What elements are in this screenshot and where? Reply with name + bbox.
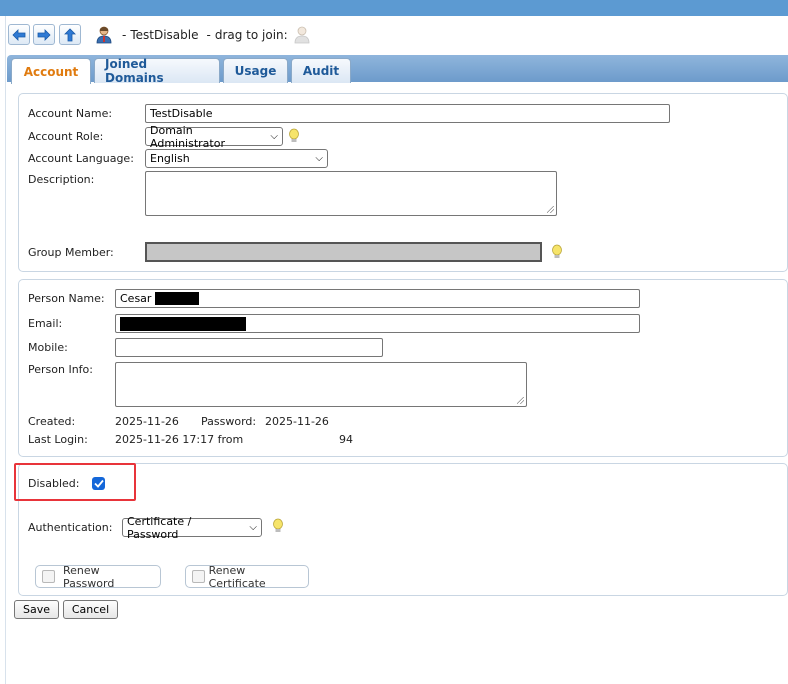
last-login-value: 2025-11-26 17:17 from xyxy=(115,433,244,446)
window-top-bar xyxy=(0,0,788,16)
arrow-up-icon xyxy=(64,27,76,41)
chevron-down-icon: ⌵ xyxy=(249,522,257,533)
authentication-label: Authentication: xyxy=(28,521,113,534)
left-margin xyxy=(0,16,6,684)
renew-password-checkbox[interactable] xyxy=(42,570,55,583)
tab-usage[interactable]: Usage xyxy=(223,58,288,83)
resize-grip-icon[interactable] xyxy=(547,206,554,213)
account-title: TestDisable xyxy=(130,27,199,42)
tab-audit[interactable]: Audit xyxy=(291,58,351,83)
renew-password-button[interactable]: Renew Password xyxy=(35,563,161,590)
account-name-input[interactable]: TestDisable xyxy=(145,104,670,123)
account-language-select[interactable]: English ⌵ xyxy=(145,149,328,168)
renew-password-label: Renew Password xyxy=(62,563,115,590)
drag-to-join-label: drag to join: xyxy=(214,27,288,42)
account-language-label: Account Language: xyxy=(28,152,134,165)
last-login-ip: 94 xyxy=(339,433,353,446)
renew-certificate-checkbox[interactable] xyxy=(192,570,205,583)
arrow-right-icon xyxy=(37,28,51,41)
password-label: Password: xyxy=(201,415,257,428)
description-label: Description: xyxy=(28,173,95,186)
resize-grip-icon[interactable] xyxy=(517,397,524,404)
person-name-label: Person Name: xyxy=(28,292,105,305)
tab-joined-domains[interactable]: Joined Domains xyxy=(94,57,220,85)
account-language-value: English xyxy=(150,152,190,165)
authentication-select[interactable]: Certificate / Password ⌵ xyxy=(122,515,262,541)
account-role-value: Domain Administrator xyxy=(150,123,225,150)
email-input[interactable] xyxy=(115,314,640,333)
account-role-label: Account Role: xyxy=(28,130,104,143)
last-login-label: Last Login: xyxy=(28,433,88,446)
account-header: - TestDisable - drag to join: xyxy=(96,24,310,45)
created-label: Created: xyxy=(28,415,76,428)
redacted-surname xyxy=(155,292,200,305)
person-name-value: Cesar xyxy=(120,292,152,305)
up-button[interactable] xyxy=(59,24,81,45)
person-name-input[interactable]: Cesar xyxy=(115,289,640,308)
mobile-label: Mobile: xyxy=(28,341,68,354)
header-separator: - xyxy=(122,27,127,42)
redacted-email xyxy=(120,316,246,331)
authentication-value: Certificate / Password xyxy=(127,514,192,541)
lightbulb-icon[interactable] xyxy=(551,244,563,260)
lightbulb-icon[interactable] xyxy=(288,128,300,144)
chevron-down-icon: ⌵ xyxy=(270,131,278,142)
arrow-left-icon xyxy=(12,28,26,41)
email-label: Email: xyxy=(28,317,63,330)
tab-account[interactable]: Account xyxy=(11,58,91,84)
forward-button[interactable] xyxy=(33,24,55,45)
group-member-field[interactable] xyxy=(145,242,542,262)
password-value: 2025-11-26 xyxy=(265,415,329,428)
lightbulb-icon[interactable] xyxy=(272,518,284,534)
person-info-textarea[interactable] xyxy=(115,362,527,407)
chevron-down-icon: ⌵ xyxy=(315,153,323,164)
disabled-label: Disabled: xyxy=(28,477,80,490)
save-button[interactable]: Save xyxy=(14,600,59,619)
mobile-input[interactable] xyxy=(115,338,383,357)
back-button[interactable] xyxy=(8,24,30,45)
account-name-label: Account Name: xyxy=(28,107,113,120)
description-textarea[interactable] xyxy=(145,171,557,216)
person-info-label: Person Info: xyxy=(28,363,93,376)
renew-certificate-label: Renew Certificate xyxy=(208,563,266,590)
user-account-icon xyxy=(96,26,112,43)
header-separator-2: - xyxy=(206,27,211,42)
drag-user-icon[interactable] xyxy=(294,26,310,44)
checkmark-icon xyxy=(93,479,104,488)
group-member-label: Group Member: xyxy=(28,246,114,259)
account-role-select[interactable]: Domain Administrator ⌵ xyxy=(145,124,283,150)
created-value: 2025-11-26 xyxy=(115,415,179,428)
renew-certificate-button[interactable]: Renew Certificate xyxy=(185,563,309,590)
cancel-button[interactable]: Cancel xyxy=(63,600,118,619)
disabled-checkbox[interactable] xyxy=(92,477,105,490)
